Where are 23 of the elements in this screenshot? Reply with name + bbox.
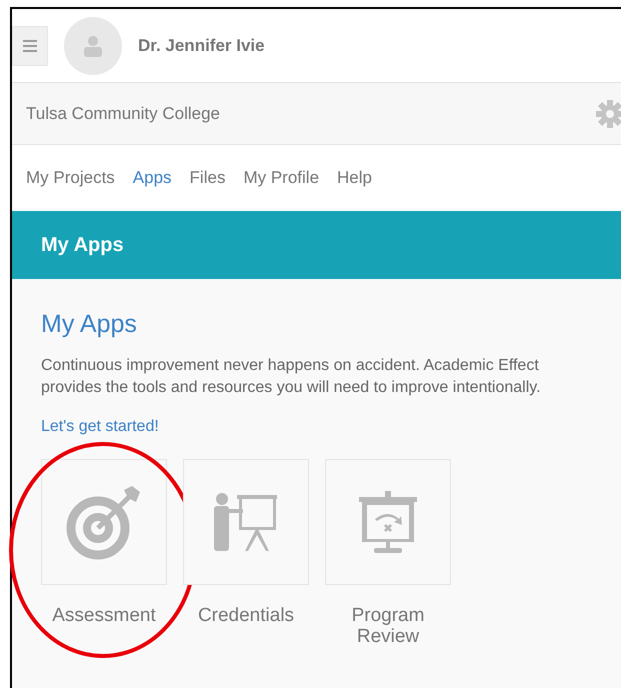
app-tile[interactable] [183,459,309,585]
settings-icon[interactable] [595,98,621,128]
menu-button[interactable] [12,26,48,66]
app-tile[interactable] [325,459,451,585]
nav-link[interactable]: My Projects [26,165,115,191]
user-name: Dr. Jennifer Ivie [138,34,265,57]
menu-icon [23,40,37,52]
banner-title: My Apps [41,233,124,258]
page-heading: My Apps [41,309,138,339]
nav-link[interactable]: My Profile [243,165,320,191]
app-label: Credentials [196,605,296,626]
presentation-board-icon [358,489,418,555]
app-tile[interactable] [41,459,167,585]
nav-link[interactable]: Apps [132,165,172,191]
target-icon [66,484,142,560]
organization-name: Tulsa Community College [26,102,220,125]
get-started-link[interactable]: Let's get started! [41,415,159,439]
nav-link[interactable]: Help [337,165,372,191]
person-icon [83,34,103,56]
description: Continuous improvement never happens on accident. Academic Effect provides the tools and resources you will need to improve intentionally. [41,356,542,398]
app-label: Assessment [51,605,157,626]
nav-link[interactable]: Files [190,165,226,191]
app-label: Program Review [350,605,426,647]
